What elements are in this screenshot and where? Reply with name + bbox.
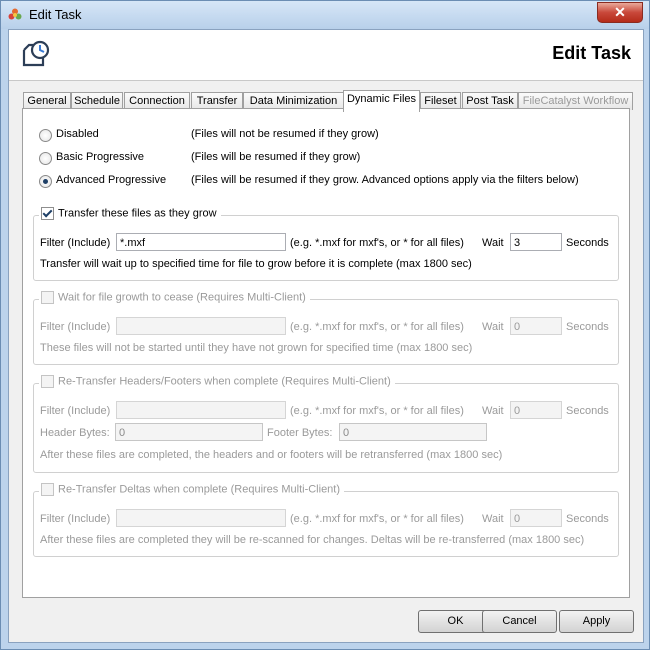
title-bar[interactable]: Edit Task ✕ bbox=[1, 1, 649, 29]
radio-label: Basic Progressive bbox=[56, 151, 145, 163]
tab-dynamic-files[interactable]: Dynamic Files bbox=[343, 90, 420, 112]
filter-input[interactable]: *.mxf bbox=[116, 233, 286, 251]
group-wait-cease: Wait for file growth to cease (Requires … bbox=[33, 291, 619, 365]
filter-label: Filter (Include) bbox=[40, 405, 111, 417]
filter-input[interactable] bbox=[116, 509, 286, 527]
group-title: Re-Transfer Headers/Footers when complet… bbox=[58, 375, 391, 388]
group-header[interactable]: Transfer these files as they grow bbox=[39, 207, 221, 223]
wait-label: Wait bbox=[482, 237, 504, 249]
filter-hint: (e.g. *.mxf for mxf's, or * for all file… bbox=[290, 321, 464, 333]
group-title: Re-Transfer Deltas when complete (Requir… bbox=[58, 483, 341, 496]
group-header[interactable]: Re-Transfer Headers/Footers when complet… bbox=[39, 375, 395, 391]
cancel-button[interactable]: Cancel bbox=[482, 610, 557, 633]
footer-bytes-label: Footer Bytes: bbox=[267, 427, 333, 439]
group-title: Wait for file growth to cease (Requires … bbox=[58, 291, 306, 304]
group-note: After these files are completed, the hea… bbox=[40, 449, 503, 461]
radio-label: Disabled bbox=[56, 128, 99, 140]
wait-input[interactable]: 0 bbox=[510, 317, 562, 335]
radio-label: Advanced Progressive bbox=[56, 174, 167, 186]
dynamic-files-panel: Disabled (Files will not be resumed if t… bbox=[22, 108, 630, 598]
edit-task-window: Edit Task ✕ Edit Task General Schedule C… bbox=[0, 0, 650, 650]
filter-label: Filter (Include) bbox=[40, 513, 111, 525]
wait-input[interactable]: 0 bbox=[510, 509, 562, 527]
radio-disabled[interactable] bbox=[39, 129, 52, 142]
group-note: These files will not be started until th… bbox=[40, 342, 473, 354]
checkbox-retransfer-headers[interactable] bbox=[41, 375, 54, 388]
wait-label: Wait bbox=[482, 513, 504, 525]
checkbox-transfer-growing[interactable] bbox=[41, 207, 54, 220]
group-header[interactable]: Re-Transfer Deltas when complete (Requir… bbox=[39, 483, 345, 499]
seconds-label: Seconds bbox=[566, 405, 609, 417]
task-clock-icon bbox=[22, 40, 50, 67]
seconds-label: Seconds bbox=[566, 321, 609, 333]
group-note: Transfer will wait up to specified time … bbox=[40, 258, 472, 270]
radio-advanced-progressive[interactable] bbox=[39, 175, 52, 188]
radio-description: (Files will be resumed if they grow. Adv… bbox=[191, 174, 579, 186]
wait-input[interactable]: 3 bbox=[510, 233, 562, 251]
radio-description: (Files will be resumed if they grow) bbox=[191, 151, 361, 163]
radio-basic-progressive[interactable] bbox=[39, 152, 52, 165]
filter-hint: (e.g. *.mxf for mxf's, or * for all file… bbox=[290, 513, 464, 525]
seconds-label: Seconds bbox=[566, 513, 609, 525]
footer-bytes-input[interactable]: 0 bbox=[339, 423, 487, 441]
filter-hint: (e.g. *.mxf for mxf's, or * for all file… bbox=[290, 405, 464, 417]
dialog-header: Edit Task bbox=[9, 30, 643, 81]
filter-input[interactable] bbox=[116, 401, 286, 419]
checkbox-wait-cease[interactable] bbox=[41, 291, 54, 304]
app-icon bbox=[8, 8, 22, 20]
window-title: Edit Task bbox=[29, 7, 82, 22]
radio-description: (Files will not be resumed if they grow) bbox=[191, 128, 379, 140]
wait-input[interactable]: 0 bbox=[510, 401, 562, 419]
header-bytes-label: Header Bytes: bbox=[40, 427, 110, 439]
header-bytes-input[interactable]: 0 bbox=[115, 423, 263, 441]
apply-button[interactable]: Apply bbox=[559, 610, 634, 633]
group-retransfer-headers: Re-Transfer Headers/Footers when complet… bbox=[33, 375, 619, 473]
close-button[interactable]: ✕ bbox=[597, 2, 643, 23]
group-header[interactable]: Wait for file growth to cease (Requires … bbox=[39, 291, 310, 307]
group-title: Transfer these files as they grow bbox=[58, 207, 217, 220]
group-transfer-growing: Transfer these files as they grow Filter… bbox=[33, 207, 619, 281]
seconds-label: Seconds bbox=[566, 237, 609, 249]
wait-label: Wait bbox=[482, 321, 504, 333]
dialog-body: Edit Task General Schedule Connection Tr… bbox=[8, 29, 644, 643]
filter-input[interactable] bbox=[116, 317, 286, 335]
filter-label: Filter (Include) bbox=[40, 321, 111, 333]
group-note: After these files are completed they wil… bbox=[40, 534, 585, 546]
group-retransfer-deltas: Re-Transfer Deltas when complete (Requir… bbox=[33, 483, 619, 557]
filter-hint: (e.g. *.mxf for mxf's, or * for all file… bbox=[290, 237, 464, 249]
page-title: Edit Task bbox=[552, 43, 631, 63]
filter-label: Filter (Include) bbox=[40, 237, 111, 249]
checkbox-retransfer-deltas[interactable] bbox=[41, 483, 54, 496]
wait-label: Wait bbox=[482, 405, 504, 417]
